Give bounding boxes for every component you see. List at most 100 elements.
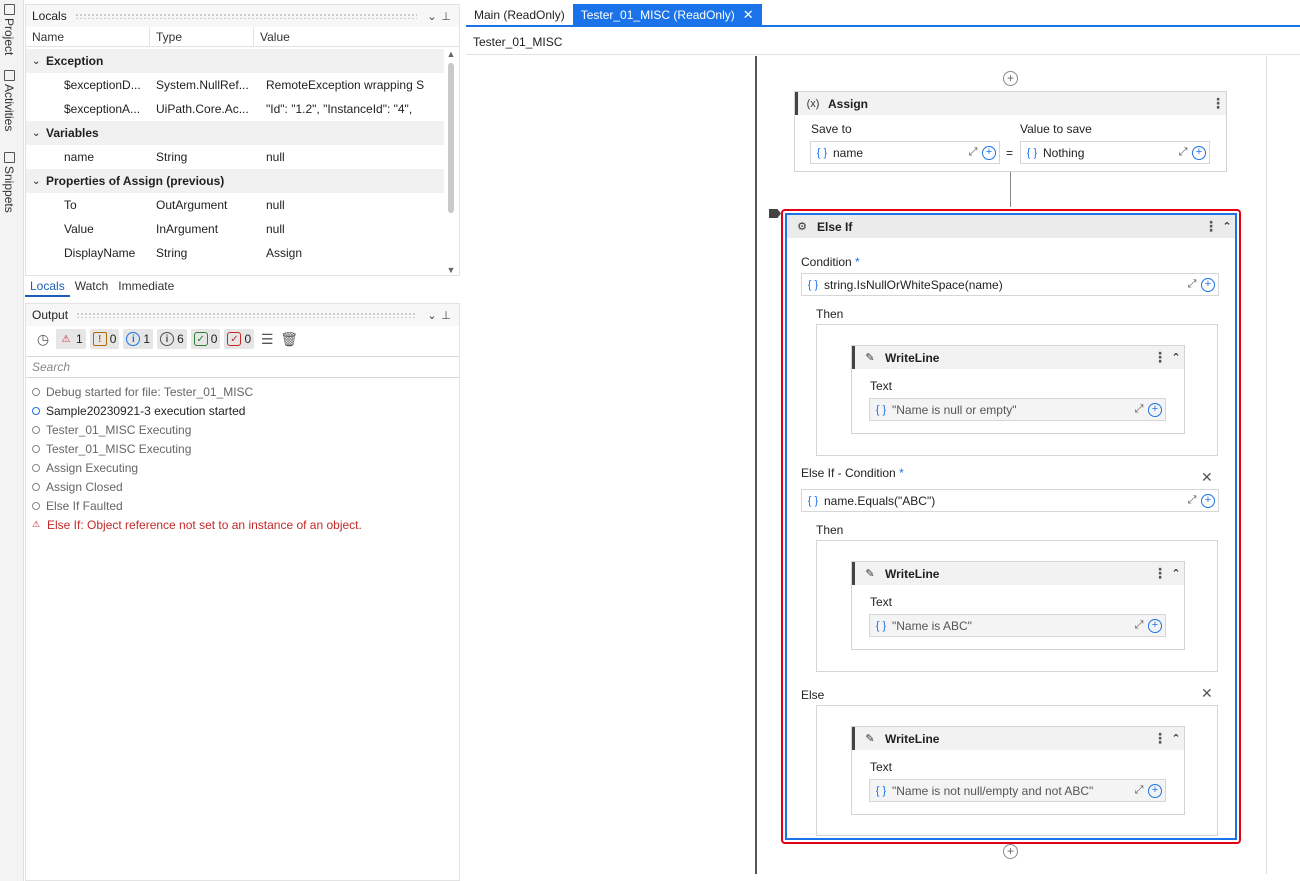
pin-icon[interactable]: ⊥: [439, 10, 453, 23]
chevron-down-icon[interactable]: ⌄: [425, 309, 439, 322]
filter-warnings-button[interactable]: ! 0: [89, 329, 120, 349]
collapse-icon[interactable]: ⌃: [1168, 567, 1184, 580]
table-row[interactable]: DisplayName String Assign: [26, 241, 444, 265]
table-row[interactable]: $exceptionA... UiPath.Core.Ac... "Id": "1.…: [26, 97, 444, 121]
list-item[interactable]: Sample20230921-3 execution started: [26, 401, 459, 420]
chevron-down-icon[interactable]: ⌄: [32, 128, 46, 139]
table-row[interactable]: Value InArgument null: [26, 217, 444, 241]
plus-circle-icon[interactable]: +: [1148, 402, 1162, 417]
writeline-header[interactable]: ✎ WriteLine ⋮ ⌃: [852, 346, 1184, 369]
remove-else-if-icon[interactable]: ✕: [1201, 469, 1213, 486]
chevron-down-icon[interactable]: ⌄: [425, 10, 439, 23]
tab-immediate[interactable]: Immediate: [113, 277, 179, 297]
else-container[interactable]: ✎ WriteLine ⋮ ⌃ Text { } "Name is not nu…: [816, 705, 1218, 836]
filter-info-button[interactable]: i1: [123, 329, 154, 349]
text-field[interactable]: { } "Name is null or empty" ⤢ +: [869, 398, 1166, 421]
more-options-icon[interactable]: ⋮: [1210, 95, 1226, 112]
locals-scrollbar[interactable]: ▲ ▼: [446, 49, 456, 275]
column-value[interactable]: Value: [254, 27, 444, 46]
add-activity-icon[interactable]: +: [1003, 71, 1018, 86]
group-properties-of-assign[interactable]: ⌄ Properties of Assign (previous): [26, 169, 444, 193]
expand-editor-icon[interactable]: ⤢: [1183, 494, 1201, 507]
filter-trace-button[interactable]: i6: [157, 329, 187, 349]
writeline-activity[interactable]: ✎ WriteLine ⋮ ⌃ Text { } "Name is null o…: [851, 345, 1185, 434]
expand-editor-icon[interactable]: ⤢: [1130, 784, 1148, 797]
more-options-icon[interactable]: ⋮: [1203, 218, 1219, 235]
tab-locals[interactable]: Locals: [25, 277, 70, 297]
else-if-activity[interactable]: ⚙ Else If ⋮ ⌃ Condition * { } string.IsN…: [781, 209, 1241, 844]
clock-icon[interactable]: ◷: [34, 329, 52, 349]
list-item[interactable]: Assign Closed: [26, 477, 459, 496]
trash-icon[interactable]: 🗑: [280, 329, 298, 349]
list-settings-icon[interactable]: ☰: [258, 329, 276, 349]
list-item[interactable]: Assign Executing: [26, 458, 459, 477]
collapse-icon[interactable]: ⌃: [1219, 220, 1235, 233]
list-item[interactable]: Else If Faulted: [26, 496, 459, 515]
plus-circle-icon[interactable]: +: [1148, 783, 1162, 798]
project-tab[interactable]: Project: [2, 4, 16, 55]
collapse-icon[interactable]: ⌃: [1168, 732, 1184, 745]
group-variables[interactable]: ⌄ Variables: [26, 121, 444, 145]
column-type[interactable]: Type: [150, 27, 254, 46]
tab-tester-01-misc[interactable]: Tester_01_MISC (ReadOnly) ✕: [572, 4, 762, 25]
plus-circle-icon[interactable]: +: [1192, 145, 1206, 160]
condition-field[interactable]: { } string.IsNullOrWhiteSpace(name) ⤢ +: [801, 273, 1219, 296]
column-name[interactable]: Name: [26, 27, 150, 46]
expand-editor-icon[interactable]: ⤢: [1183, 278, 1201, 291]
writeline-activity[interactable]: ✎ WriteLine ⋮ ⌃ Text { } "Name is ABC" ⤢…: [851, 561, 1185, 650]
else-if-header[interactable]: ⚙ Else If ⋮ ⌃: [787, 215, 1235, 238]
more-options-icon[interactable]: ⋮: [1152, 730, 1168, 747]
chevron-down-icon[interactable]: ⌄: [32, 56, 46, 67]
text-field[interactable]: { } "Name is not null/empty and not ABC"…: [869, 779, 1166, 802]
then-container[interactable]: ✎ WriteLine ⋮ ⌃ Text { } "Name is null o…: [816, 324, 1218, 456]
writeline-activity[interactable]: ✎ WriteLine ⋮ ⌃ Text { } "Name is not nu…: [851, 726, 1185, 815]
text-field[interactable]: { } "Name is ABC" ⤢ +: [869, 614, 1166, 637]
expand-editor-icon[interactable]: ⤢: [964, 146, 982, 159]
scroll-down-icon[interactable]: ▼: [446, 265, 456, 275]
expand-editor-icon[interactable]: ⤢: [1130, 619, 1148, 632]
tab-watch[interactable]: Watch: [70, 277, 114, 297]
tab-main[interactable]: Main (ReadOnly): [466, 4, 573, 25]
drag-grip[interactable]: [76, 312, 417, 318]
breadcrumb[interactable]: Tester_01_MISC: [466, 29, 1300, 55]
more-options-icon[interactable]: ⋮: [1152, 565, 1168, 582]
pin-icon[interactable]: ⊥: [439, 309, 453, 322]
filter-success-button[interactable]: ✓ 0: [190, 329, 221, 349]
filter-errors-button[interactable]: ⚠ 1: [56, 329, 86, 349]
save-to-field[interactable]: { } name ⤢ +: [810, 141, 1000, 164]
assign-header[interactable]: (x) Assign ⋮: [795, 92, 1226, 115]
list-item[interactable]: Debug started for file: Tester_01_MISC: [26, 382, 459, 401]
list-item[interactable]: Tester_01_MISC Executing: [26, 420, 459, 439]
plus-circle-icon[interactable]: +: [982, 145, 996, 160]
close-icon[interactable]: ✕: [743, 7, 754, 23]
plus-circle-icon[interactable]: +: [1201, 277, 1215, 292]
output-search-input[interactable]: Search: [26, 356, 459, 378]
add-activity-icon[interactable]: +: [1003, 844, 1018, 859]
assign-activity[interactable]: (x) Assign ⋮ Save to Value to save { } n…: [794, 91, 1227, 172]
collapse-icon[interactable]: ⌃: [1168, 351, 1184, 364]
chevron-down-icon[interactable]: ⌄: [32, 176, 46, 187]
writeline-header[interactable]: ✎ WriteLine ⋮ ⌃: [852, 562, 1184, 585]
remove-else-icon[interactable]: ✕: [1201, 685, 1213, 702]
else-if-condition-field[interactable]: { } name.Equals("ABC") ⤢ +: [801, 489, 1219, 512]
activities-tab[interactable]: Activities: [2, 70, 16, 131]
table-row[interactable]: name String null: [26, 145, 444, 169]
scroll-up-icon[interactable]: ▲: [446, 49, 456, 59]
snippets-tab[interactable]: Snippets: [2, 152, 16, 213]
expand-editor-icon[interactable]: ⤢: [1174, 146, 1192, 159]
more-options-icon[interactable]: ⋮: [1152, 349, 1168, 366]
table-row[interactable]: To OutArgument null: [26, 193, 444, 217]
then-2-container[interactable]: ✎ WriteLine ⋮ ⌃ Text { } "Name is ABC" ⤢…: [816, 540, 1218, 672]
writeline-header[interactable]: ✎ WriteLine ⋮ ⌃: [852, 727, 1184, 750]
filter-failed-button[interactable]: ✓ 0: [224, 329, 255, 349]
group-exception[interactable]: ⌄ Exception: [26, 49, 444, 73]
scrollbar-thumb[interactable]: [448, 63, 454, 213]
list-item[interactable]: Tester_01_MISC Executing: [26, 439, 459, 458]
value-to-save-field[interactable]: { } Nothing ⤢ +: [1020, 141, 1210, 164]
table-row[interactable]: $exceptionD... System.NullRef... RemoteExc…: [26, 73, 444, 97]
plus-circle-icon[interactable]: +: [1148, 618, 1162, 633]
list-item[interactable]: ⚠ Else If: Object reference not set to an…: [26, 515, 459, 534]
drag-grip[interactable]: [74, 13, 417, 19]
plus-circle-icon[interactable]: +: [1201, 493, 1215, 508]
expand-editor-icon[interactable]: ⤢: [1130, 403, 1148, 416]
